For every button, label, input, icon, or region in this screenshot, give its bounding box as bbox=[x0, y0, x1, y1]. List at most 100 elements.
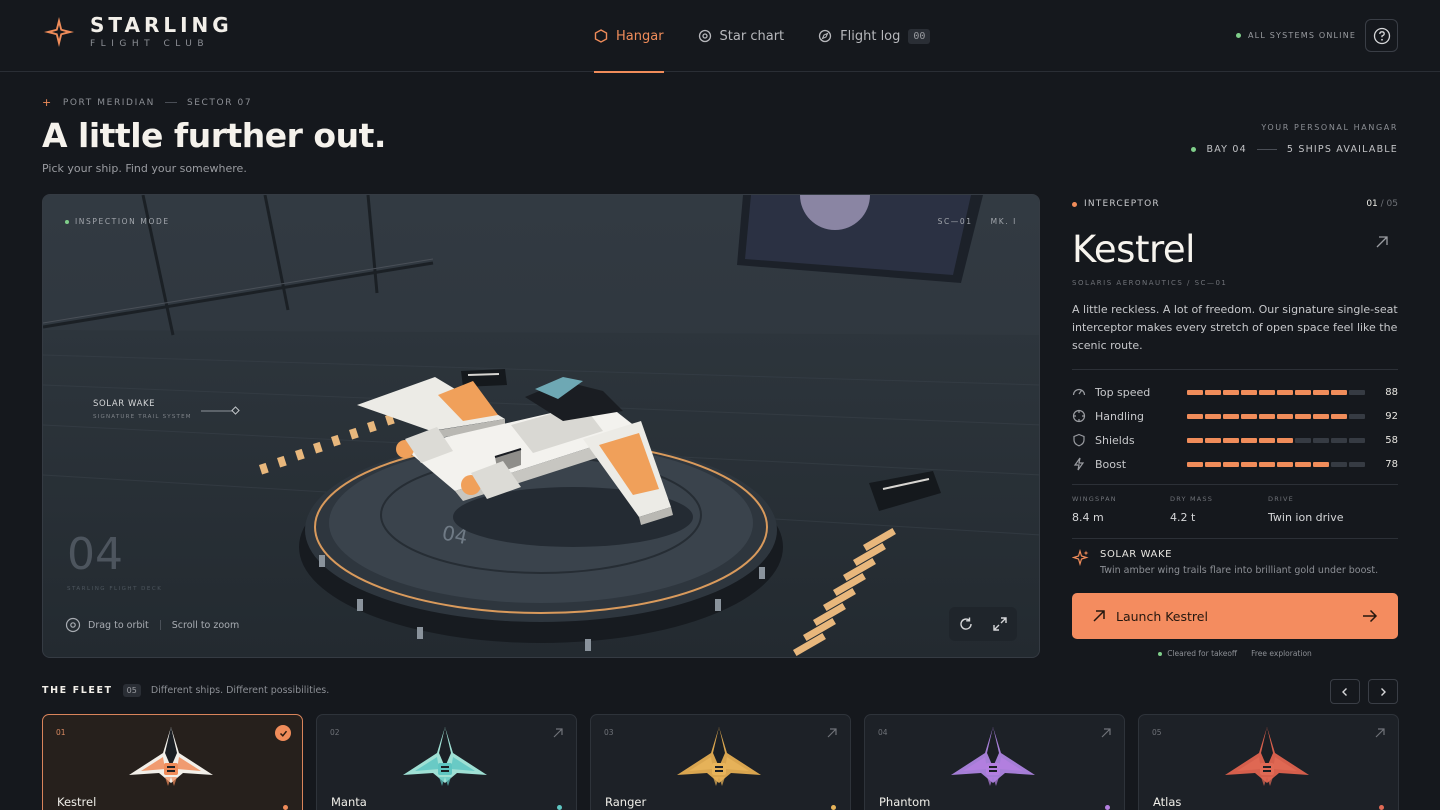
nav-tab-label: Star chart bbox=[719, 28, 785, 44]
card-ship-name: Ranger bbox=[605, 795, 647, 809]
spec-value: Twin ion drive bbox=[1268, 511, 1344, 524]
fleet-prev-button[interactable] bbox=[1330, 679, 1360, 704]
stat-value: 88 bbox=[1385, 386, 1398, 398]
ship-class: INTERCEPTOR bbox=[1072, 199, 1160, 209]
card-ship-name: Kestrel bbox=[57, 795, 97, 809]
stat-segment bbox=[1349, 389, 1365, 395]
breadcrumb-item[interactable]: PORT MERIDIAN bbox=[63, 98, 155, 108]
stat-segment bbox=[1259, 437, 1275, 443]
sparkle-icon bbox=[1072, 549, 1089, 567]
stat-segment bbox=[1331, 437, 1347, 443]
stat-segment bbox=[1331, 413, 1347, 419]
status-online-dot bbox=[1236, 33, 1241, 38]
stat-segment bbox=[1331, 461, 1347, 467]
card-ship-name: Manta bbox=[331, 795, 367, 809]
card-index: 04 bbox=[878, 728, 888, 737]
stat-segment bbox=[1277, 437, 1293, 443]
chevron-right-icon bbox=[1381, 687, 1386, 696]
spec-label: WINGSPAN bbox=[1072, 495, 1117, 503]
spec-value: 8.4 m bbox=[1072, 511, 1104, 524]
main-nav: Hangar Star chart Flight log 00 bbox=[594, 0, 964, 73]
fleet-card-ranger[interactable]: 03 Ranger bbox=[590, 714, 851, 810]
launch-button[interactable]: Launch Kestrel bbox=[1072, 593, 1398, 639]
bay-label: BAY 04 bbox=[1206, 144, 1247, 155]
feature-title: SOLAR WAKE bbox=[1100, 549, 1173, 560]
ship-index-current: 01 bbox=[1366, 199, 1378, 209]
spec-label: DRIVE bbox=[1268, 495, 1294, 503]
arrow-up-right-icon bbox=[553, 728, 563, 738]
nav-tab-star-chart[interactable]: Star chart bbox=[698, 0, 785, 72]
plus-icon: + bbox=[42, 96, 53, 109]
stat-segment bbox=[1295, 461, 1311, 467]
breadcrumb-divider bbox=[164, 102, 177, 103]
stat-segment bbox=[1223, 413, 1239, 419]
nav-tab-hangar[interactable]: Hangar bbox=[594, 0, 664, 73]
help-button[interactable] bbox=[1365, 19, 1398, 52]
viewport-hints: Drag to orbit Scroll to zoom bbox=[65, 617, 239, 633]
stat-value: 78 bbox=[1385, 458, 1398, 470]
stat-segment bbox=[1187, 461, 1203, 467]
orbit-icon bbox=[65, 617, 81, 633]
arrow-up-right-icon bbox=[1101, 728, 1111, 738]
meta-divider bbox=[1256, 149, 1277, 150]
selected-check-icon bbox=[275, 725, 291, 741]
stat-segment bbox=[1331, 389, 1347, 395]
reset-view-icon[interactable] bbox=[958, 616, 974, 632]
flight-log-count-badge: 00 bbox=[908, 28, 931, 44]
ship-3d-viewport[interactable]: 04 INSPECTION MODE SC—01 MK. I SOLAR WAK… bbox=[42, 194, 1040, 658]
stat-segment bbox=[1313, 437, 1329, 443]
stat-segment bbox=[1349, 461, 1365, 467]
brand[interactable]: STARLING FLIGHT CLUB bbox=[42, 14, 233, 49]
stat-segment bbox=[1223, 461, 1239, 467]
inspection-mode-tag: INSPECTION MODE bbox=[65, 217, 170, 226]
stat-label: Shields bbox=[1095, 433, 1135, 447]
fullscreen-icon[interactable] bbox=[992, 616, 1008, 632]
fleet-card-manta[interactable]: 02 Manta bbox=[316, 714, 577, 810]
breadcrumb: + PORT MERIDIAN SECTOR 07 bbox=[42, 96, 252, 109]
card-accent-dot bbox=[1379, 805, 1384, 810]
stat-segment bbox=[1313, 461, 1329, 467]
stat-segment bbox=[1313, 389, 1329, 395]
stat-segment bbox=[1313, 413, 1329, 419]
breadcrumb-item[interactable]: SECTOR 07 bbox=[187, 98, 252, 108]
phantom-ship-icon bbox=[951, 727, 1035, 786]
page-subtitle: Pick your ship. Find your somewhere. bbox=[42, 162, 247, 175]
ship-code-tag: SC—01 MK. I bbox=[938, 217, 1017, 226]
nav-tab-label: Hangar bbox=[616, 28, 664, 44]
stat-segment bbox=[1187, 389, 1203, 395]
note-free: Free exploration bbox=[1251, 649, 1312, 658]
hangar-label: YOUR PERSONAL HANGAR bbox=[1261, 123, 1398, 132]
kestrel-ship-icon bbox=[129, 727, 213, 786]
class-dot bbox=[1072, 201, 1077, 207]
card-accent-dot bbox=[1105, 805, 1110, 810]
arrow-up-right-icon bbox=[827, 728, 837, 738]
mode-dot bbox=[65, 219, 69, 224]
fleet-count-badge: 05 bbox=[122, 684, 141, 697]
orbit-hint: Drag to orbit bbox=[88, 619, 149, 631]
stat-label: Top speed bbox=[1095, 385, 1151, 399]
crosshair-icon bbox=[1072, 409, 1086, 423]
fleet-next-button[interactable] bbox=[1368, 679, 1398, 704]
fleet-card-atlas[interactable]: 05 Atlas bbox=[1138, 714, 1399, 810]
fleet-card-kestrel[interactable]: 01 Kestrel bbox=[42, 714, 303, 810]
card-index: 03 bbox=[604, 728, 614, 737]
nav-tab-flight-log[interactable]: Flight log 00 bbox=[818, 0, 931, 72]
stat-row-top-speed: Top speed 88 bbox=[1072, 380, 1398, 404]
stat-segment bbox=[1277, 461, 1293, 467]
hint-divider bbox=[159, 620, 161, 630]
callout-subtitle: SIGNATURE TRAIL SYSTEM bbox=[93, 414, 192, 420]
stat-segment bbox=[1259, 413, 1275, 419]
stat-label: Boost bbox=[1095, 457, 1127, 471]
page-title: A little further out. bbox=[42, 116, 386, 155]
question-mark-icon bbox=[1373, 27, 1390, 44]
manufacturer: SOLARIS AERONAUTICS / SC—01 bbox=[1072, 279, 1228, 287]
fleet-card-phantom[interactable]: 04 Phantom bbox=[864, 714, 1125, 810]
hangar-meta: BAY 04 5 SHIPS AVAILABLE bbox=[1191, 144, 1398, 155]
stat-segment bbox=[1277, 413, 1293, 419]
stat-segment bbox=[1223, 389, 1239, 395]
cleared-dot bbox=[1158, 652, 1163, 656]
fleet-pager bbox=[1330, 679, 1398, 704]
solar-wake-callout[interactable]: SOLAR WAKE SIGNATURE TRAIL SYSTEM bbox=[93, 399, 192, 420]
arrow-up-right-icon[interactable] bbox=[1374, 234, 1390, 250]
stat-segment bbox=[1205, 437, 1221, 443]
